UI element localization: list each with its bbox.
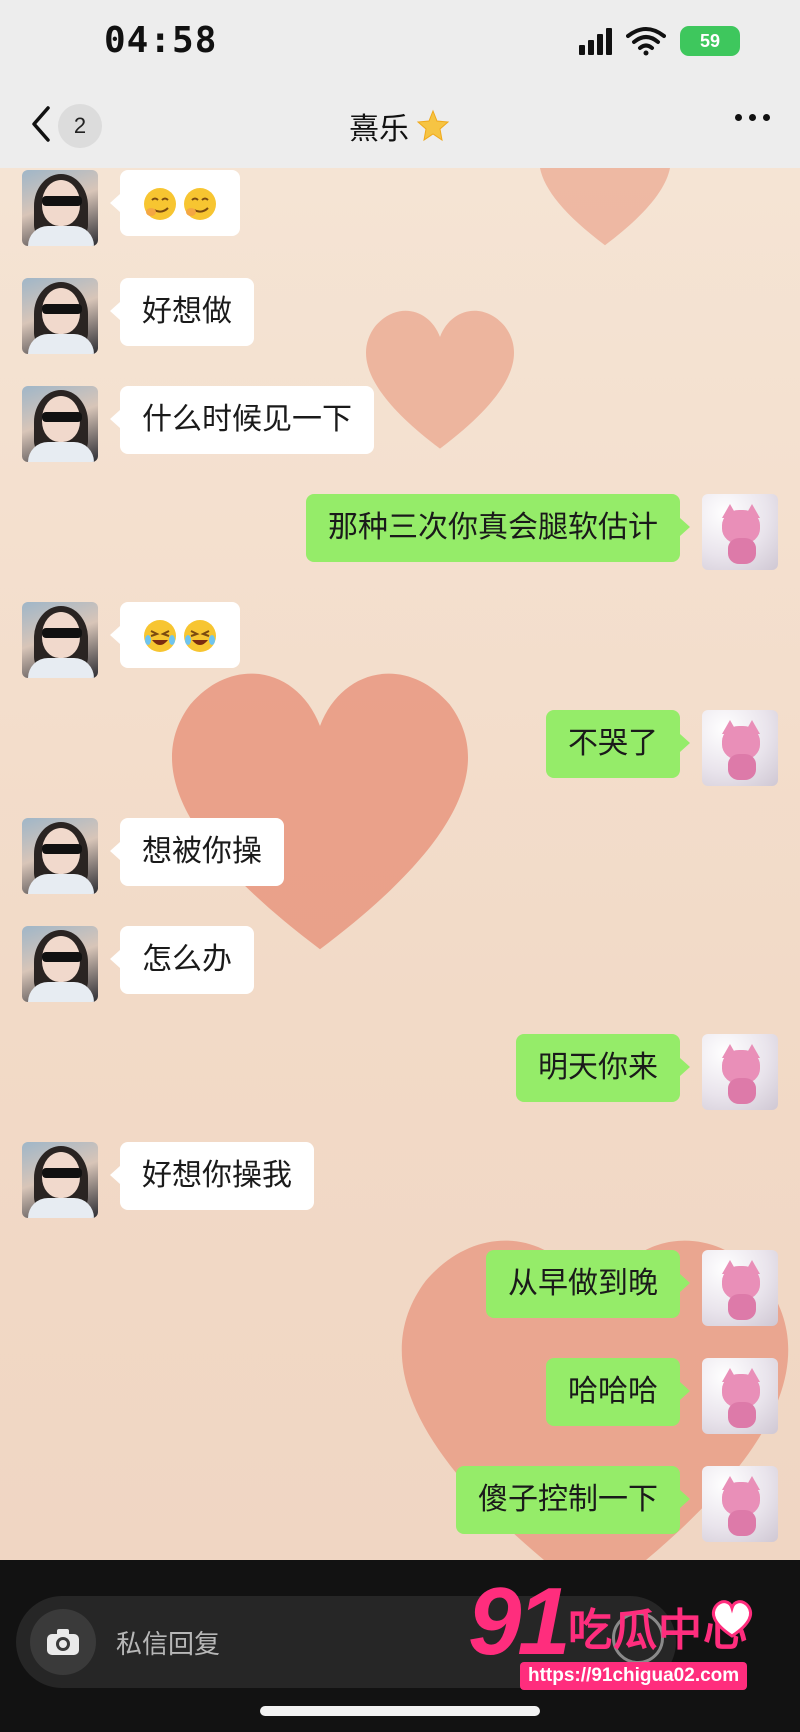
message-bubble[interactable]: [110, 170, 240, 236]
avatar[interactable]: [22, 170, 98, 246]
message-sent: 从早做到晚: [486, 1250, 778, 1326]
star-icon: [416, 109, 450, 142]
status-icons: 59: [579, 26, 740, 56]
avatar[interactable]: [22, 818, 98, 894]
status-time: 04:58: [104, 20, 218, 61]
message-bubble[interactable]: 傻子控制一下: [456, 1466, 690, 1534]
message-bubble[interactable]: 不哭了: [546, 710, 690, 778]
chat-area[interactable]: 好想做 什么时候见一下 那种三次你真会腿软估计 不哭了 想被你操 怎么办 明天你…: [0, 168, 800, 1560]
message-bubble[interactable]: 什么时候见一下: [110, 386, 374, 454]
battery-level: 59: [699, 30, 721, 51]
avatar[interactable]: [702, 494, 778, 570]
avatar[interactable]: [22, 1142, 98, 1218]
message-bubble[interactable]: [110, 602, 240, 668]
background-heart: [365, 310, 515, 449]
message-sent: 不哭了: [546, 710, 778, 786]
message-bubble[interactable]: 哈哈哈: [546, 1358, 690, 1426]
avatar[interactable]: [702, 1466, 778, 1542]
message-bubble[interactable]: 想被你操: [110, 818, 284, 886]
avatar[interactable]: [22, 386, 98, 462]
camera-icon[interactable]: [30, 1609, 96, 1675]
message-bubble[interactable]: 明天你来: [516, 1034, 690, 1102]
smirk-face-emoji: [144, 188, 176, 220]
message-received: 想被你操: [22, 818, 284, 894]
chat-title: 熹乐: [0, 104, 800, 148]
laugh-cry-emoji: [144, 620, 176, 652]
message-bubble[interactable]: 好想你操我: [110, 1142, 314, 1210]
more-options-icon[interactable]: [735, 114, 770, 121]
avatar[interactable]: [22, 602, 98, 678]
wifi-icon: [626, 27, 666, 56]
message-received: [22, 602, 240, 678]
battery-indicator: 59: [680, 26, 740, 56]
avatar[interactable]: [702, 710, 778, 786]
avatar[interactable]: [22, 926, 98, 1002]
message-received: [22, 170, 240, 246]
message-received: 好想做: [22, 278, 254, 354]
message-bubble[interactable]: 好想做: [110, 278, 254, 346]
top-bar: 04:58 59 2 熹乐: [0, 0, 800, 168]
message-bubble[interactable]: 从早做到晚: [486, 1250, 690, 1318]
message-bubble[interactable]: 那种三次你真会腿软估计: [306, 494, 690, 562]
message-sent: 傻子控制一下: [456, 1466, 778, 1542]
message-sent: 那种三次你真会腿软估计: [306, 494, 778, 570]
avatar[interactable]: [22, 278, 98, 354]
message-received: 怎么办: [22, 926, 254, 1002]
message-sent: 明天你来: [516, 1034, 778, 1110]
chat-title-text: 熹乐: [349, 112, 409, 147]
background-heart: [540, 168, 670, 246]
watermark: 91 吃瓜中心 https://91chigua02.com: [468, 1574, 768, 1704]
reply-input-placeholder: 私信回复: [116, 1629, 221, 1660]
message-received: 好想你操我: [22, 1142, 314, 1218]
avatar[interactable]: [702, 1034, 778, 1110]
home-indicator[interactable]: [260, 1706, 540, 1716]
avatar[interactable]: [702, 1358, 778, 1434]
signal-icon: [579, 27, 612, 55]
watermark-logo: 91: [468, 1568, 571, 1675]
message-received: 什么时候见一下: [22, 386, 374, 462]
message-sent: 哈哈哈: [546, 1358, 778, 1434]
heart-icon: [711, 1600, 753, 1638]
avatar[interactable]: [702, 1250, 778, 1326]
message-bubble[interactable]: 怎么办: [110, 926, 254, 994]
watermark-url: https://91chigua02.com: [520, 1662, 748, 1690]
smirk-face-emoji: [184, 188, 216, 220]
laugh-cry-emoji: [184, 620, 216, 652]
